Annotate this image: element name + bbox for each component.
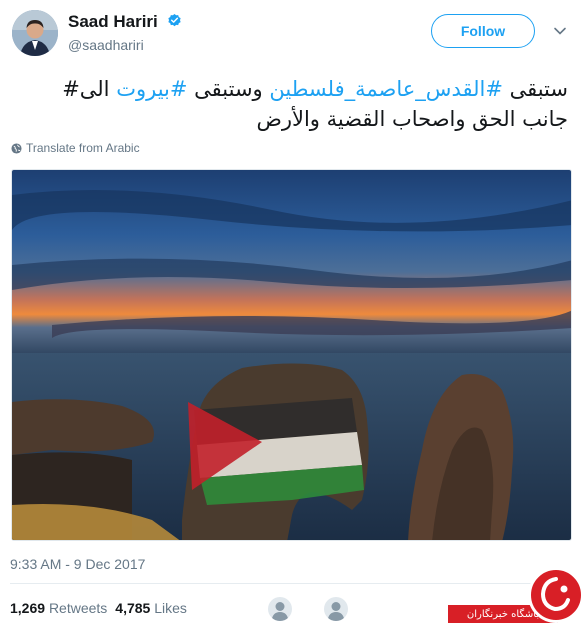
hashtag-link[interactable]: #القدس_عاصمة_فلسطين — [269, 77, 503, 101]
tweet-text: ستبقى #القدس_عاصمة_فلسطين وستبقى #بيروت … — [10, 74, 568, 134]
default-avatar-icon — [268, 597, 292, 621]
liker-avatar[interactable] — [268, 597, 292, 621]
tweet-stats: 1,269 Retweets 4,785 Likes — [10, 600, 187, 616]
tweet-photo[interactable] — [11, 169, 572, 541]
globe-icon — [11, 142, 22, 154]
retweet-stat[interactable]: 1,269 Retweets — [10, 600, 107, 616]
tweet-text-part: ستبقى — [502, 77, 568, 101]
photo-image — [12, 170, 571, 540]
hashtag-link[interactable]: #بيروت — [116, 77, 187, 101]
like-count: 4,785 — [115, 600, 151, 616]
watermark-logo-icon — [540, 577, 570, 612]
liker-avatar[interactable] — [324, 597, 348, 621]
retweet-count: 1,269 — [10, 600, 46, 616]
divider — [10, 583, 574, 584]
tweet-text-part: وستبقى — [187, 77, 270, 101]
verified-badge-icon — [168, 13, 181, 27]
translate-link[interactable]: Translate from Arabic — [11, 141, 140, 155]
author-handle[interactable]: @saadhariri — [68, 37, 144, 53]
avatar-image — [12, 10, 58, 56]
default-avatar-icon — [324, 597, 348, 621]
author-name[interactable]: Saad Hariri — [68, 12, 158, 32]
like-stat[interactable]: 4,785 Likes — [115, 600, 187, 616]
follow-button[interactable]: Follow — [431, 14, 535, 48]
avatar[interactable] — [12, 10, 58, 56]
retweet-label: Retweets — [48, 600, 108, 616]
like-label: Likes — [154, 600, 187, 616]
chevron-down-icon[interactable] — [553, 24, 567, 38]
translate-label[interactable]: Translate from Arabic — [26, 141, 140, 155]
tweet-timestamp[interactable]: 9:33 AM - 9 Dec 2017 — [10, 556, 145, 572]
watermark-logo — [528, 567, 584, 623]
